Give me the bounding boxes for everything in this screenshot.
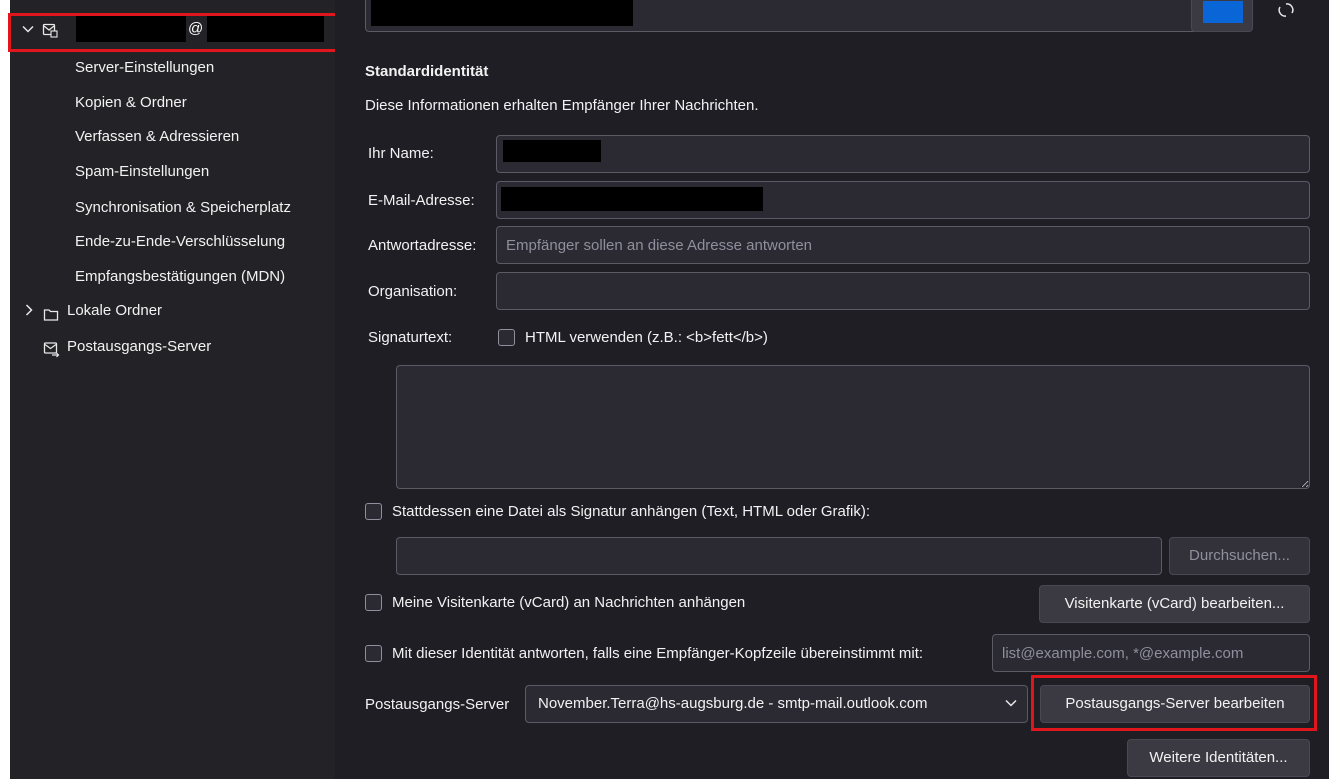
chevron-down-icon <box>1005 687 1017 723</box>
sidebar-item-junk[interactable]: Spam-Einstellungen <box>75 157 209 187</box>
html-signature-checkbox[interactable] <box>498 329 515 346</box>
smtp-server-select[interactable]: November.Terra@hs-augsburg.de - smtp-mai… <box>525 685 1028 723</box>
highlight-account <box>8 13 338 52</box>
reply-identity-label: Mit dieser Identität antworten, falls ei… <box>392 645 924 662</box>
redacted-email <box>501 187 763 211</box>
edit-vcard-button[interactable]: Visitenkarte (vCard) bearbeiten... <box>1039 585 1310 623</box>
reply-to-label: Antwortadresse: <box>368 237 477 254</box>
sidebar-item-server-settings[interactable]: Server-Einstellungen <box>75 53 214 83</box>
sidebar-item-local-folders[interactable]: Lokale Ordner <box>20 296 320 326</box>
attach-signature-checkbox[interactable] <box>365 503 382 520</box>
local-folders-label: Lokale Ordner <box>67 302 163 319</box>
folder-icon <box>43 303 59 333</box>
sidebar-item-mdn[interactable]: Empfangsbestätigungen (MDN) <box>75 262 285 292</box>
redacted-account-name <box>371 0 633 26</box>
sidebar-item-composition[interactable]: Verfassen & Adressieren <box>75 122 239 152</box>
reply-to-field[interactable] <box>496 226 1310 264</box>
account-settings-panel: Standardidentität Diese Informationen er… <box>335 0 1329 779</box>
highlight-smtp-button <box>1031 675 1317 731</box>
redacted-name <box>503 140 601 162</box>
html-signature-label: HTML verwenden (z.B.: <b>fett</b>) <box>525 329 768 346</box>
reply-identity-checkbox[interactable] <box>365 645 382 662</box>
outgoing-server-icon <box>43 339 60 369</box>
signature-text-area[interactable] <box>396 365 1310 489</box>
sidebar-item-sync[interactable]: Synchronisation & Speicherplatz <box>75 193 291 223</box>
attach-signature-label: Stattdessen eine Datei als Signatur anhä… <box>392 503 871 520</box>
chevron-right-icon[interactable] <box>23 296 35 326</box>
color-swatch <box>1203 1 1243 23</box>
section-description: Diese Informationen erhalten Empfänger I… <box>365 97 759 114</box>
signature-file-field[interactable] <box>396 537 1162 575</box>
smtp-server-value: November.Terra@hs-augsburg.de - smtp-mai… <box>538 695 928 712</box>
smtp-label: Postausgangs-Server <box>365 696 510 713</box>
reply-identity-field[interactable] <box>992 634 1310 672</box>
sidebar-item-e2e[interactable]: Ende-zu-Ende-Verschlüsselung <box>75 227 285 257</box>
signature-label: Signaturtext: <box>368 329 453 346</box>
more-identities-button[interactable]: Weitere Identitäten... <box>1127 739 1310 777</box>
name-label: Ihr Name: <box>368 145 434 162</box>
organization-field[interactable] <box>496 272 1310 310</box>
browse-button[interactable]: Durchsuchen... <box>1169 537 1310 575</box>
section-title: Standardidentität <box>365 63 489 80</box>
organization-label: Organisation: <box>368 283 458 300</box>
sidebar-item-copies-folders[interactable]: Kopien & Ordner <box>75 88 187 118</box>
outgoing-server-label: Postausgangs-Server <box>67 338 212 355</box>
email-label: E-Mail-Adresse: <box>368 192 475 209</box>
refresh-icon[interactable] <box>1277 2 1295 22</box>
sidebar-item-outgoing-server[interactable]: Postausgangs-Server <box>43 332 323 362</box>
account-sidebar: @ Server-Einstellungen Kopien & Ordner V… <box>8 0 338 779</box>
vcard-checkbox[interactable] <box>365 594 382 611</box>
name-field[interactable] <box>496 135 1310 173</box>
color-picker-button[interactable] <box>1191 0 1253 32</box>
vcard-label: Meine Visitenkarte (vCard) an Nachrichte… <box>392 594 746 611</box>
